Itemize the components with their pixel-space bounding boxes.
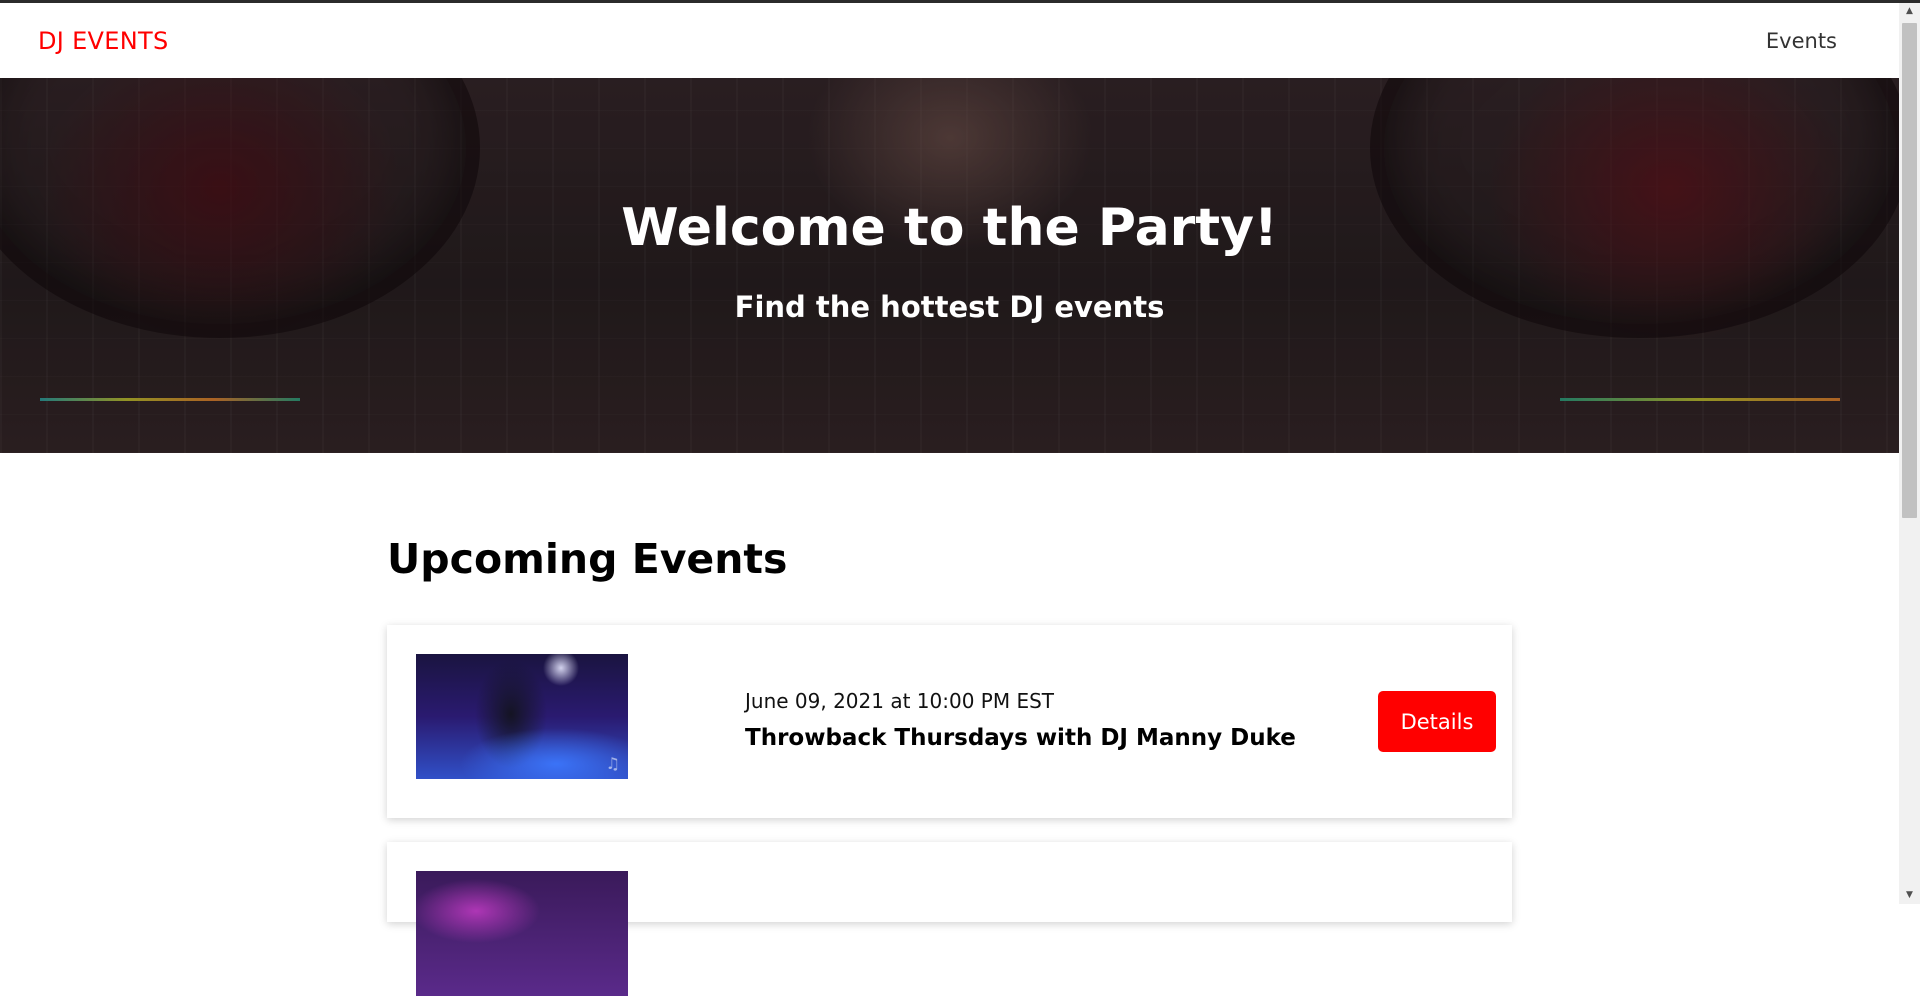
scroll-down-icon[interactable]: ▼ xyxy=(1899,887,1920,904)
scroll-up-icon[interactable]: ▲ xyxy=(1899,3,1920,20)
event-thumbnail-image: ♫ xyxy=(416,654,628,779)
scrollbar-thumb[interactable] xyxy=(1902,23,1917,518)
page-scrollbar[interactable]: ▲ ▼ xyxy=(1899,3,1920,904)
logo-link[interactable]: DJ EVENTS xyxy=(38,27,168,55)
nav-link-events[interactable]: Events xyxy=(1766,29,1837,53)
hero-banner: Welcome to the Party! Find the hottest D… xyxy=(0,78,1899,453)
hero-title: Welcome to the Party! xyxy=(621,198,1278,258)
hero-subtitle: Find the hottest DJ events xyxy=(734,290,1165,324)
site-header: DJ EVENTS Events xyxy=(0,3,1899,78)
dj-image-icon: ♫ xyxy=(605,754,620,773)
event-card: ♫ June 09, 2021 at 10:00 PM EST Throwbac… xyxy=(387,625,1512,818)
event-thumbnail-image xyxy=(416,871,628,996)
details-button[interactable]: Details xyxy=(1378,691,1496,752)
event-card xyxy=(387,842,1512,996)
event-name: Throwback Thursdays with DJ Manny Duke xyxy=(745,725,1296,751)
event-date: June 09, 2021 at 10:00 PM EST xyxy=(745,689,1055,713)
hero-overlay xyxy=(0,78,1899,453)
section-title: Upcoming Events xyxy=(387,535,788,583)
